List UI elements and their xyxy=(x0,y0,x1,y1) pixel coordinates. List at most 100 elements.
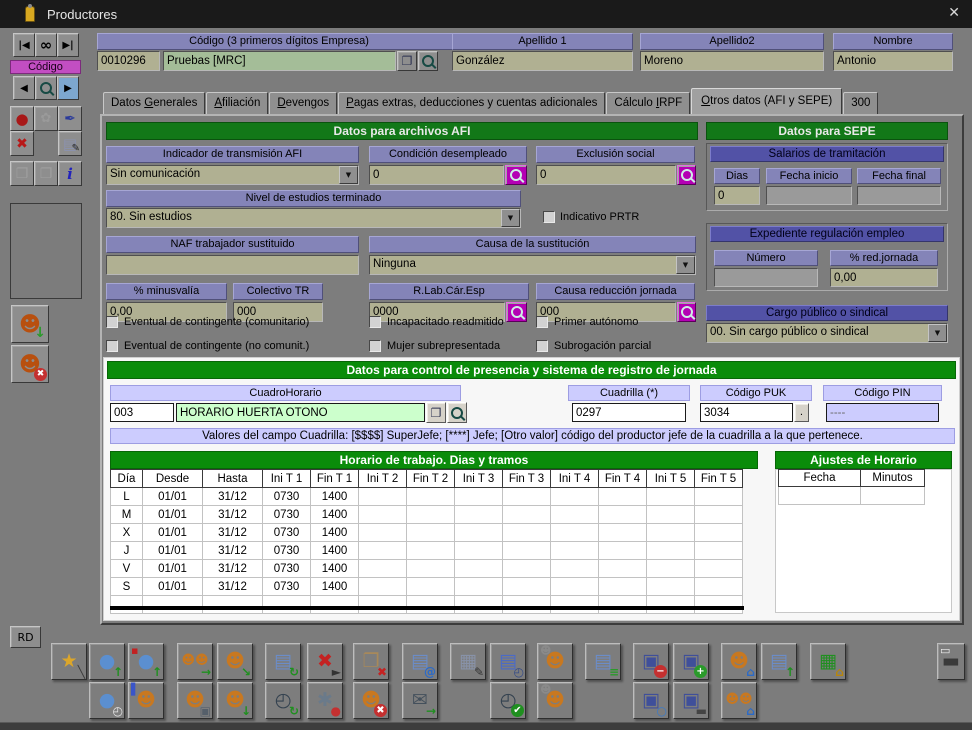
table-cell[interactable] xyxy=(694,505,743,524)
mujer-subrepresentada-checkbox[interactable] xyxy=(369,340,381,352)
rlab-search-button[interactable] xyxy=(506,302,527,322)
users-transfer-button[interactable]: ☻☻ → xyxy=(177,643,213,680)
exclusion-search-button[interactable] xyxy=(677,165,696,185)
table-cell[interactable] xyxy=(454,559,503,578)
exit-button[interactable]: ✖ ► xyxy=(307,643,343,680)
apellido1-input[interactable] xyxy=(452,51,633,71)
fecha-final-input[interactable] xyxy=(857,186,941,205)
process-gear-button[interactable]: ✱ ● xyxy=(307,682,343,719)
table-cell[interactable] xyxy=(406,523,455,542)
pen-button[interactable]: ✒ xyxy=(58,106,82,131)
prev-record-button[interactable]: ◀ xyxy=(13,76,35,100)
forms-upload-button[interactable]: ▤ ↑ xyxy=(761,643,797,680)
chevron-down-icon[interactable]: ▼ xyxy=(339,166,358,184)
table-cell[interactable] xyxy=(646,559,695,578)
last-record-button[interactable]: ▶| xyxy=(57,33,79,57)
table-cell[interactable] xyxy=(646,595,695,614)
tab-calculo-irpf[interactable]: Cálculo IRPF xyxy=(606,92,691,115)
table-cell[interactable] xyxy=(502,559,551,578)
first-record-button[interactable]: |◀ xyxy=(13,33,35,57)
users-home-button[interactable]: ☻☻ ⌂ xyxy=(721,682,757,719)
tab-otros-datos[interactable]: Otros datos (AFI y SEPE) xyxy=(691,88,843,115)
clock-approve-edit-button[interactable]: ◴ ✔ xyxy=(490,682,526,719)
table-cell[interactable] xyxy=(502,487,551,506)
table-cell[interactable] xyxy=(550,541,599,560)
tab-devengos[interactable]: Devengos xyxy=(269,92,338,115)
search-records-button[interactable]: ∞ xyxy=(35,33,57,57)
fecha-inicio-input[interactable] xyxy=(766,186,852,205)
table-cell[interactable] xyxy=(406,505,455,524)
table-cell[interactable]: 31/12 xyxy=(202,523,263,542)
table-cell[interactable] xyxy=(406,559,455,578)
table-cell[interactable]: J xyxy=(110,541,143,560)
table-cell[interactable]: 01/01 xyxy=(142,577,203,596)
tab-pagas-extras[interactable]: Pagas extras, deducciones y cuentas adic… xyxy=(338,92,606,115)
eventual-no-comunitario-checkbox[interactable] xyxy=(106,340,118,352)
table-cell[interactable] xyxy=(406,487,455,506)
table-cell[interactable] xyxy=(694,487,743,506)
empresa-search-button[interactable] xyxy=(418,51,438,71)
primer-autonomo-checkbox[interactable] xyxy=(536,316,548,328)
user-home-button[interactable]: ☻ ⌂ xyxy=(721,643,757,680)
table-cell[interactable] xyxy=(454,595,503,614)
table-cell[interactable]: 1400 xyxy=(310,523,359,542)
table-cell[interactable] xyxy=(406,541,455,560)
condicion-search-button[interactable] xyxy=(505,165,527,185)
codigo-puk-input[interactable] xyxy=(700,403,793,422)
table-cell[interactable] xyxy=(646,523,695,542)
table-cell[interactable] xyxy=(550,595,599,614)
empresa-input[interactable] xyxy=(163,51,396,71)
dias-input[interactable] xyxy=(714,186,760,205)
table-cell[interactable]: S xyxy=(110,577,143,596)
table-cell[interactable] xyxy=(358,487,407,506)
table-cell[interactable] xyxy=(550,559,599,578)
table-cell[interactable] xyxy=(358,577,407,596)
tab-300[interactable]: 300 xyxy=(843,92,879,115)
print-list-button[interactable]: ❐ xyxy=(10,161,34,186)
table-cell[interactable] xyxy=(694,577,743,596)
table-cell[interactable]: 0730 xyxy=(262,505,311,524)
user-stop-button[interactable]: ☻ ✖ xyxy=(353,682,389,719)
next-record-button[interactable]: ▶ xyxy=(57,76,79,100)
table-cell[interactable]: 0730 xyxy=(262,487,311,506)
user-photo-button[interactable]: ☻ ▣ xyxy=(177,682,213,719)
table-cell[interactable]: 31/12 xyxy=(202,541,263,560)
table-cell[interactable]: 01/01 xyxy=(142,523,203,542)
table-cell[interactable]: M xyxy=(110,505,143,524)
clipboard-search-button[interactable]: ▣ ○ xyxy=(633,682,669,719)
table-cell[interactable] xyxy=(502,505,551,524)
books-delete-button[interactable]: ❐ ✖ xyxy=(353,643,389,680)
cuadro-search-button[interactable] xyxy=(447,402,467,423)
cuadro-nombre-input[interactable] xyxy=(176,403,425,422)
red-jornada-input[interactable] xyxy=(830,268,938,287)
exclusion-social-input[interactable] xyxy=(536,165,676,185)
table-cell[interactable] xyxy=(550,505,599,524)
zoom-search-button[interactable] xyxy=(35,76,57,100)
codigo-pin-input[interactable] xyxy=(826,403,939,422)
table-cell[interactable] xyxy=(694,559,743,578)
table-cell[interactable] xyxy=(310,595,359,614)
table-cell[interactable] xyxy=(358,559,407,578)
close-icon[interactable]: ✕ xyxy=(948,5,960,21)
table-cell[interactable]: 31/12 xyxy=(202,505,263,524)
info-button[interactable]: i xyxy=(58,161,82,186)
table-cell[interactable] xyxy=(454,487,503,506)
nivel-estudios-select[interactable]: 80. Sin estudios ▼ xyxy=(106,208,521,228)
table-cell[interactable]: 0730 xyxy=(262,559,311,578)
table-cell[interactable] xyxy=(646,577,695,596)
tab-afiliacion[interactable]: Afiliación xyxy=(206,92,269,115)
table-cell[interactable]: V xyxy=(110,559,143,578)
table-cell[interactable] xyxy=(694,523,743,542)
naf-sustituido-input[interactable] xyxy=(106,255,359,275)
table-cell[interactable] xyxy=(646,487,695,506)
subrogacion-parcial-checkbox[interactable] xyxy=(536,340,548,352)
reduccion-search-button[interactable] xyxy=(677,302,696,322)
users-group-2-button[interactable]: ☻ ☻ xyxy=(537,682,573,719)
table-cell[interactable] xyxy=(598,595,647,614)
table-cell[interactable] xyxy=(694,541,743,560)
table-cell[interactable]: X xyxy=(110,523,143,542)
table-cell[interactable]: 01/01 xyxy=(142,541,203,560)
user-export-button[interactable]: ☻ ↘ xyxy=(217,643,253,680)
cuadro-list-button[interactable]: ❐ xyxy=(426,402,446,423)
empresa-list-button[interactable]: ❐ xyxy=(397,51,417,71)
